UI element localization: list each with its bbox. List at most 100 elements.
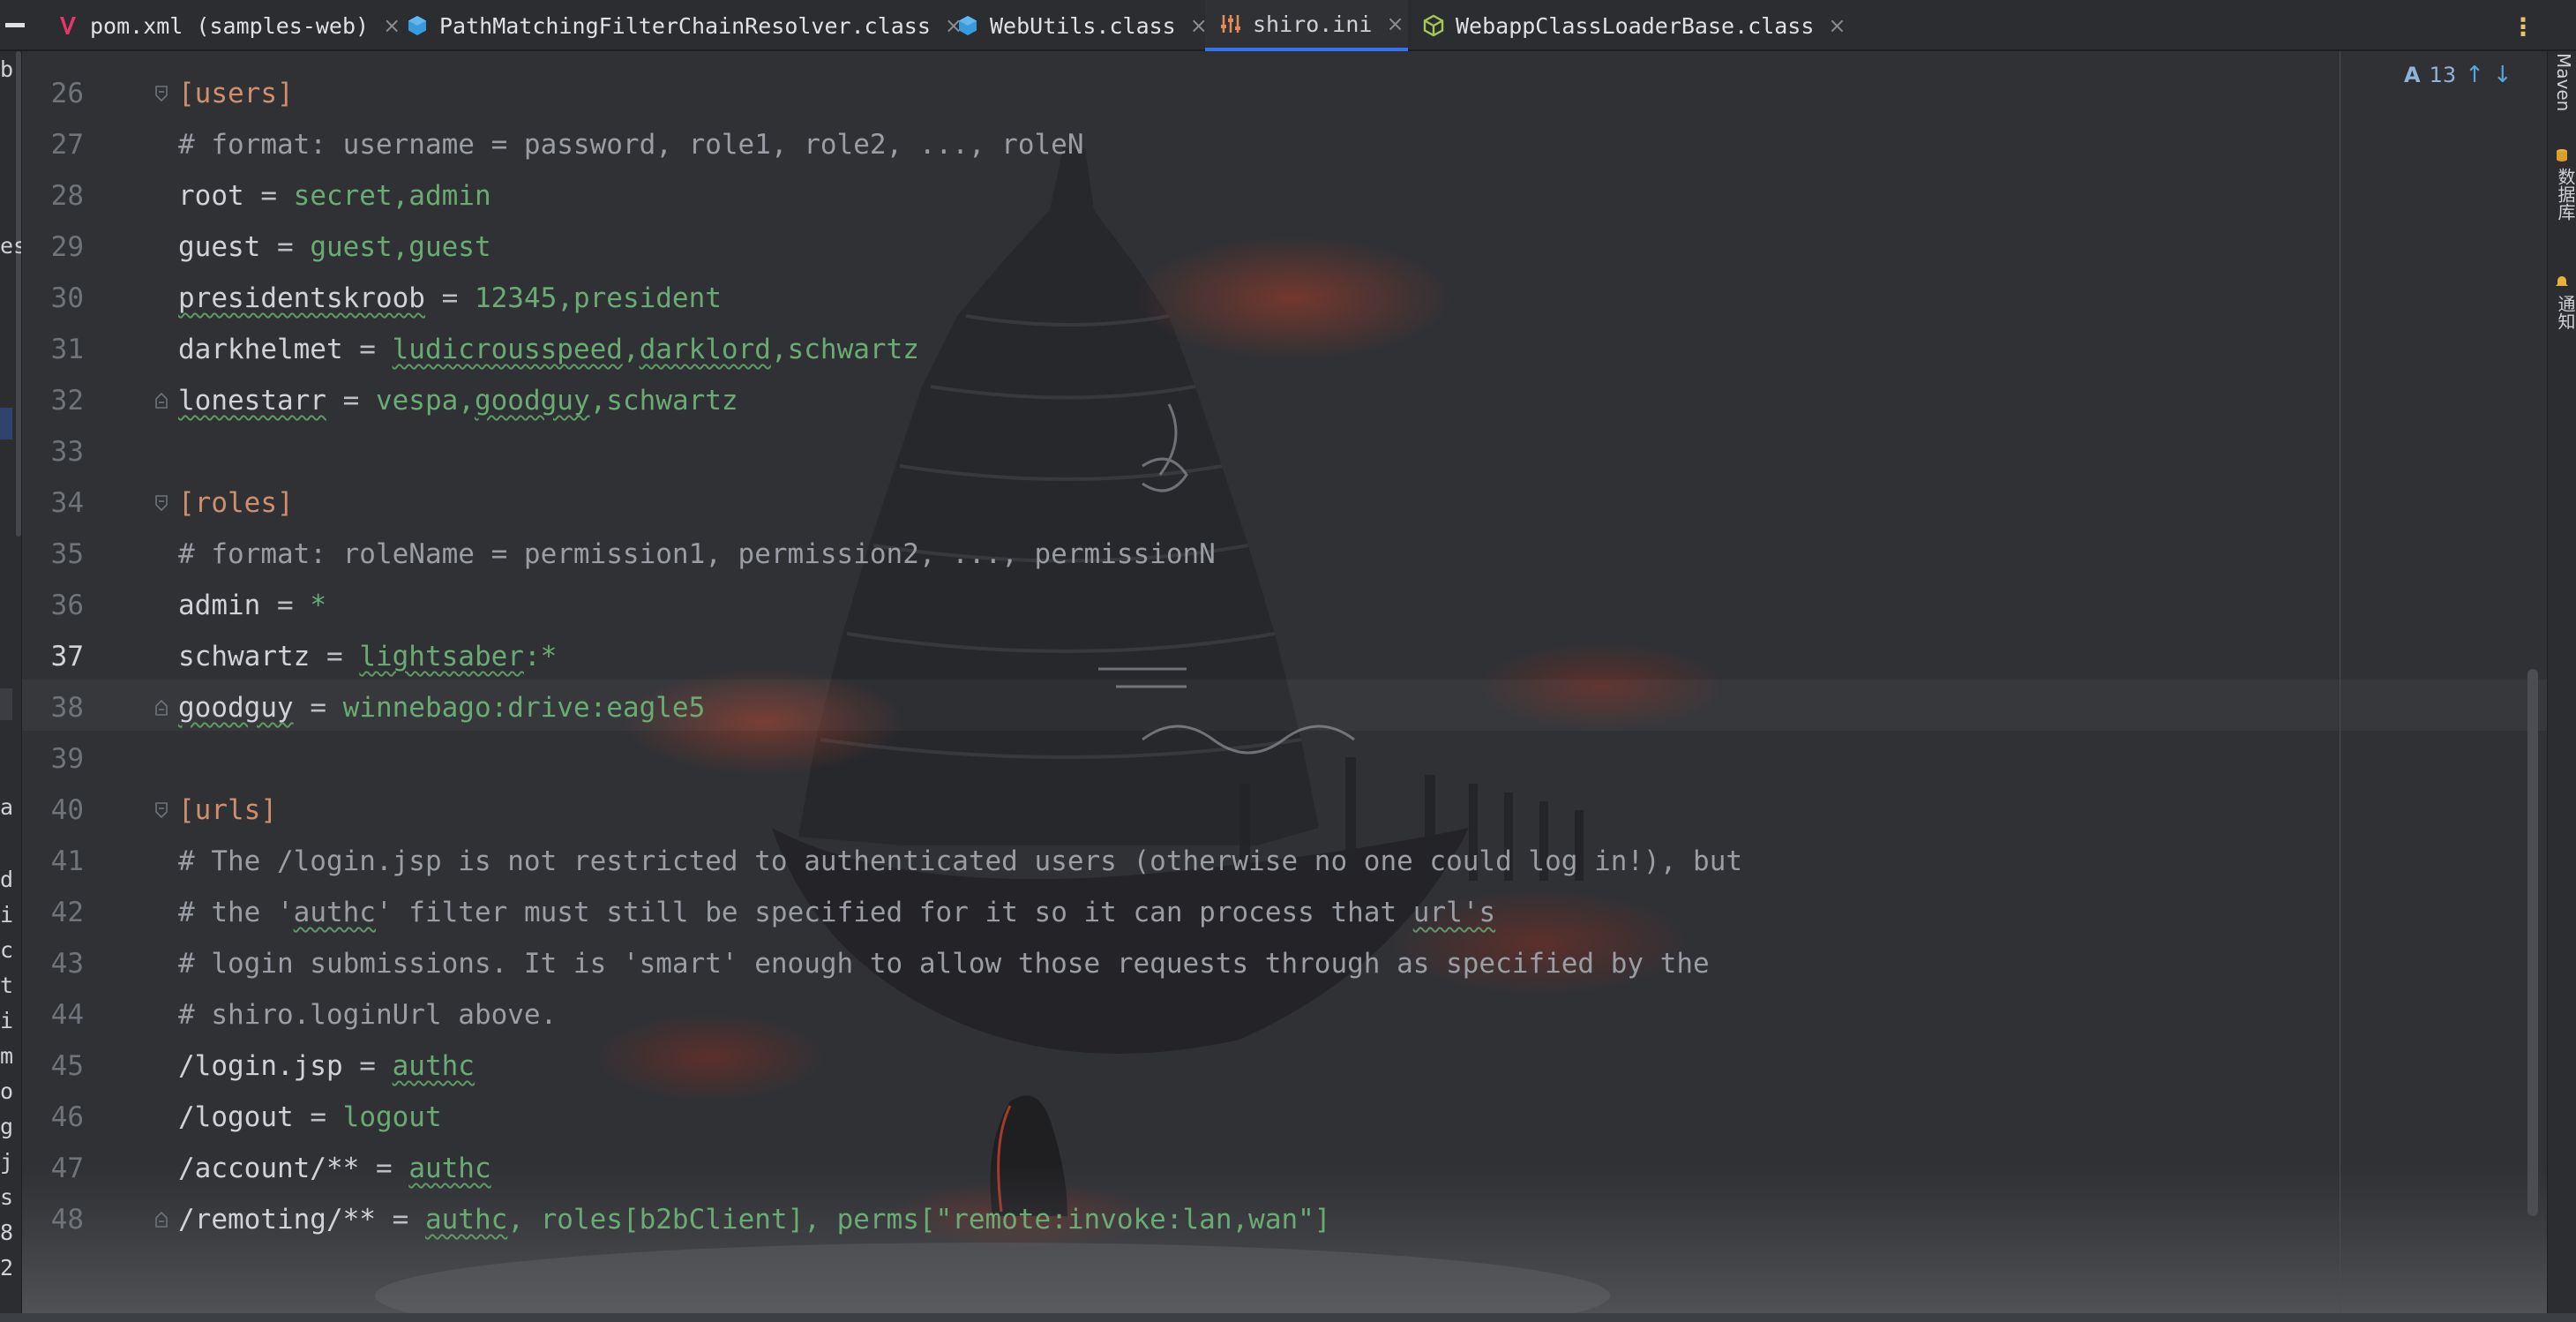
code-line[interactable]: # format: roleName = permission1, permis… — [178, 529, 1216, 580]
line-number[interactable]: 42 — [22, 887, 84, 938]
code-line[interactable]: schwartz = lightsaber:* — [178, 631, 557, 682]
code-token: = — [293, 692, 343, 724]
code-token: /login.jsp — [178, 1050, 343, 1082]
code-token: ,schwartz — [770, 334, 919, 365]
code-line[interactable]: lonestarr = vespa,goodguy,schwartz — [178, 375, 738, 426]
code-token: /logout — [178, 1101, 294, 1133]
code-line[interactable]: # format: username = password, role1, ro… — [178, 119, 1084, 170]
code-line[interactable]: [urls] — [178, 785, 277, 836]
database-tool-button[interactable]: 数据库 — [2553, 168, 2576, 221]
code-line[interactable]: goodguy = winnebago:drive:eagle5 — [178, 682, 705, 733]
fold-collapse-icon[interactable] — [154, 86, 168, 102]
more-tabs-icon[interactable]: ⋮ — [2511, 12, 2535, 41]
code-line[interactable]: admin = * — [178, 580, 326, 631]
line-number[interactable]: 30 — [22, 273, 84, 324]
code-line[interactable]: # the 'authc' filter must still be speci… — [178, 887, 1495, 938]
code-token: goodguy — [474, 385, 590, 417]
close-icon[interactable]: × — [1828, 13, 1846, 38]
line-number[interactable]: 35 — [22, 529, 84, 580]
project-tree-fragment: b — [0, 56, 14, 82]
code-token: vespa, — [375, 385, 475, 417]
editor-scrollbar[interactable] — [2527, 669, 2538, 1216]
code-line[interactable]: [roles] — [178, 477, 294, 529]
project-tree-fragment: o — [0, 1078, 14, 1104]
project-tree-fragment: a — [0, 794, 14, 820]
line-number[interactable]: 38 — [22, 682, 84, 733]
line-number[interactable]: 40 — [22, 785, 84, 836]
line-number[interactable]: 36 — [22, 580, 84, 631]
code-token: ' filter must still be specified for it … — [375, 897, 1413, 928]
line-number[interactable]: 26 — [22, 68, 84, 119]
code-line[interactable]: # The /login.jsp is not restricted to au… — [178, 836, 1742, 887]
typo-inspection-icon: A — [2404, 63, 2421, 87]
fold-end-icon[interactable] — [154, 1211, 168, 1228]
line-number[interactable]: 48 — [22, 1194, 84, 1245]
line-number[interactable]: 46 — [22, 1092, 84, 1143]
code-token: # shiro.loginUrl above. — [178, 999, 558, 1031]
line-number[interactable]: 29 — [22, 222, 84, 273]
code-line[interactable]: guest = guest,guest — [178, 222, 491, 273]
code-token: lonestarr — [178, 385, 326, 417]
inspection-count: 13 — [2429, 63, 2457, 87]
code-token: darklord — [639, 334, 771, 365]
tab-pom-xml[interactable]: pom.xml (samples-web) × — [32, 0, 401, 51]
inspection-widget[interactable]: A 13 ↑ ↓ — [2404, 62, 2512, 88]
line-number[interactable]: 41 — [22, 836, 84, 887]
line-number[interactable]: 47 — [22, 1143, 84, 1194]
code-line[interactable]: /account/** = authc — [178, 1143, 491, 1194]
code-line[interactable]: [users] — [178, 68, 294, 119]
project-tree-fragment: c — [0, 937, 14, 963]
code-token: = — [424, 282, 475, 314]
code-token: # the ' — [178, 897, 294, 928]
editor-tab-bar: pom.xml (samples-web) × PathMatchingFilt… — [0, 0, 2576, 51]
code-line[interactable]: /remoting/** = authc, roles[b2bClient], … — [178, 1194, 1330, 1245]
code-line[interactable]: darkhelmet = ludicrousspeed,darklord,sch… — [178, 324, 919, 375]
tab-webappclassloaderbase[interactable]: WebappClassLoaderBase.class × — [1422, 0, 1846, 51]
close-icon[interactable]: × — [383, 13, 401, 38]
line-number[interactable]: 43 — [22, 938, 84, 989]
line-number[interactable]: 37 — [22, 631, 84, 682]
code-line[interactable]: # shiro.loginUrl above. — [178, 989, 557, 1040]
tab-list-menu-icon[interactable] — [5, 23, 25, 27]
code-line[interactable]: # login submissions. It is 'smart' enoug… — [178, 938, 1710, 989]
code-token: = — [375, 1204, 425, 1236]
tab-label: pom.xml (samples-web) — [90, 12, 370, 39]
line-number[interactable]: 39 — [22, 733, 84, 785]
code-token: = — [326, 385, 376, 417]
tab-shiro-ini[interactable]: shiro.ini × — [1205, 0, 1408, 51]
code-line[interactable]: root = secret,admin — [178, 170, 491, 222]
code-line[interactable]: /logout = logout — [178, 1092, 442, 1143]
line-number[interactable]: 27 — [22, 119, 84, 170]
code-line[interactable]: /login.jsp = authc — [178, 1040, 475, 1092]
code-token: schwartz — [178, 641, 311, 672]
code-token: = — [293, 1101, 343, 1133]
tab-label: shiro.ini — [1253, 11, 1373, 37]
project-tree-fragment: g — [0, 1114, 14, 1139]
previous-highlight-icon[interactable]: ↑ — [2465, 62, 2484, 88]
fold-collapse-icon[interactable] — [154, 495, 168, 512]
line-number[interactable]: 34 — [22, 477, 84, 529]
code-token: = — [342, 1050, 393, 1082]
next-highlight-icon[interactable]: ↓ — [2493, 62, 2512, 88]
code-line[interactable]: presidentskroob = 12345,president — [178, 273, 722, 324]
maven-tool-button[interactable]: Maven — [2553, 53, 2574, 111]
code-token: # format: roleName = permission1, permis… — [178, 538, 1216, 570]
line-number[interactable]: 28 — [22, 170, 84, 222]
line-number[interactable]: 31 — [22, 324, 84, 375]
close-icon[interactable]: × — [1386, 11, 1404, 36]
fold-end-icon[interactable] — [154, 392, 168, 409]
line-number[interactable]: 44 — [22, 989, 84, 1040]
code-editor[interactable]: 26 [users] 27 # format: username = password… — [22, 51, 2547, 1313]
line-number[interactable]: 32 — [22, 375, 84, 426]
project-scrollbar[interactable] — [16, 51, 21, 537]
code-token: = — [342, 334, 393, 365]
notifications-tool-button[interactable]: 通知 — [2553, 295, 2576, 330]
fold-collapse-icon[interactable] — [154, 802, 168, 819]
tab-pathmatchingfilterchainresolver[interactable]: PathMatchingFilterChainResolver.class × — [406, 0, 962, 51]
line-number[interactable]: 45 — [22, 1040, 84, 1092]
code-token: authc — [293, 897, 376, 928]
maven-icon — [56, 14, 79, 37]
fold-end-icon[interactable] — [154, 699, 168, 716]
line-number[interactable]: 33 — [22, 426, 84, 477]
tab-webutils[interactable]: WebUtils.class × — [956, 0, 1208, 51]
